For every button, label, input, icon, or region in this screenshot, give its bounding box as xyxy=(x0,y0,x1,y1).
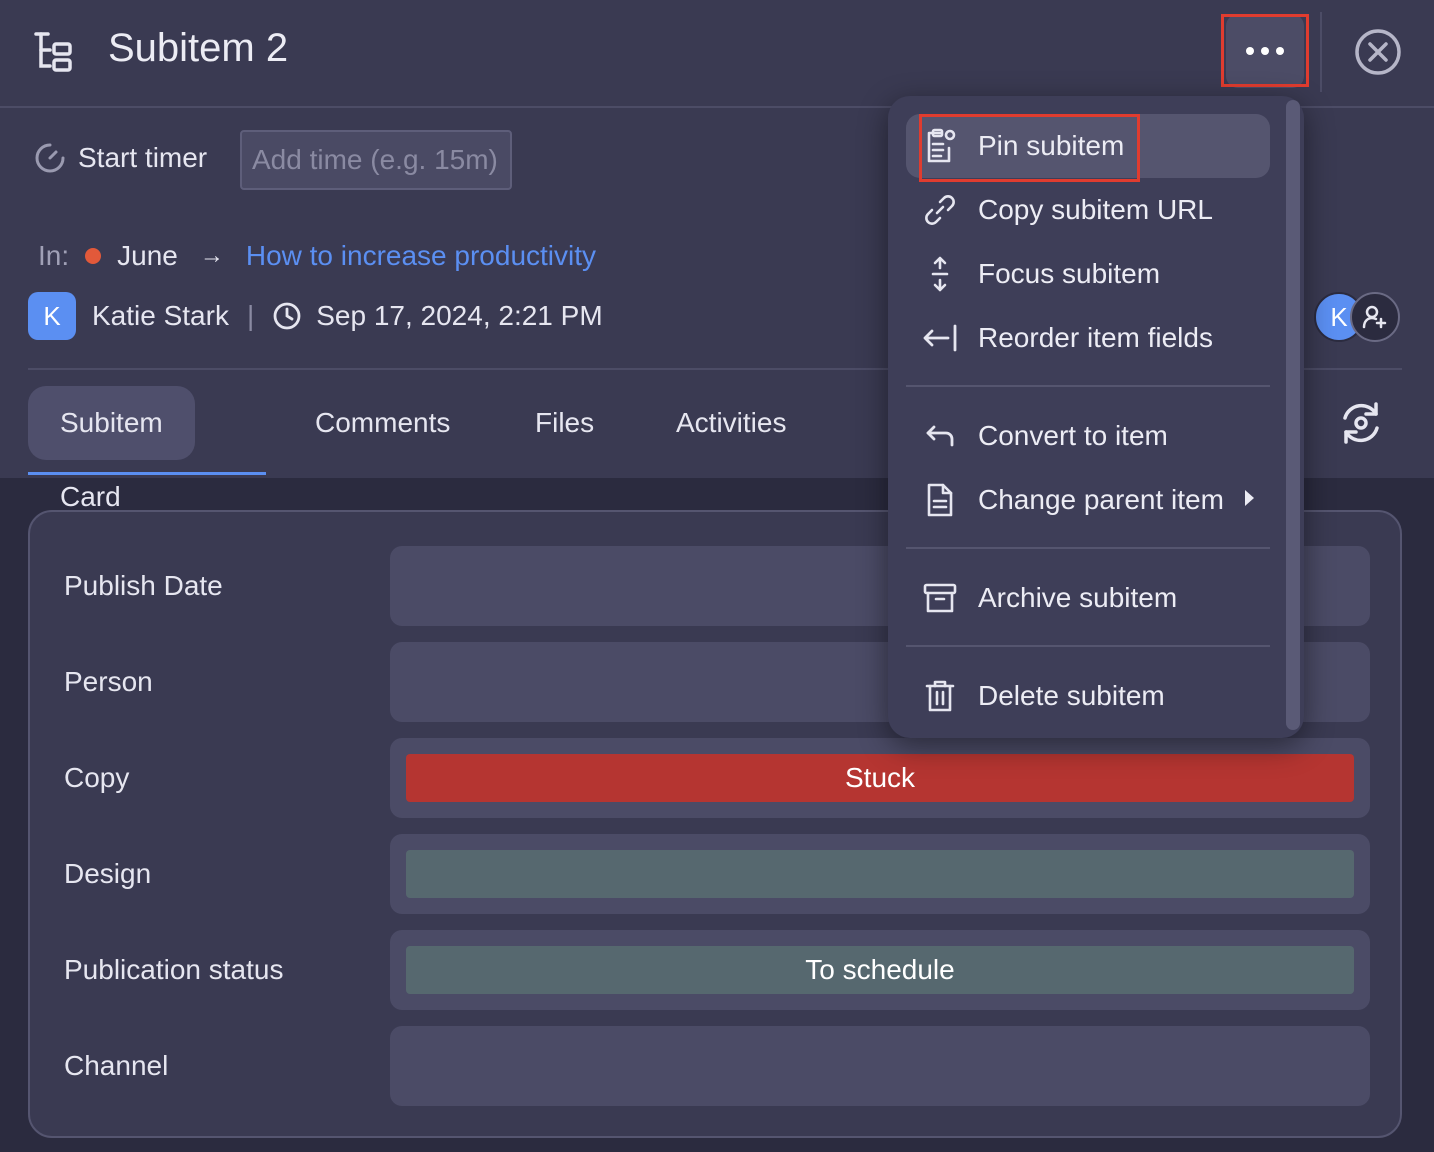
pin-clipboard-icon xyxy=(922,128,958,164)
menu-item-label: Change parent item xyxy=(978,484,1224,515)
page-title: Subitem 2 xyxy=(108,26,289,70)
more-horizontal-icon xyxy=(1246,47,1284,55)
menu-item-reorder-item-fields[interactable]: Reorder item fields xyxy=(906,306,1270,370)
tab-files[interactable]: Files xyxy=(535,386,594,460)
menu-item-copy-subitem-url[interactable]: Copy subitem URL xyxy=(906,178,1270,242)
more-actions-menu: Pin subitem Copy subitem URL Focus subit… xyxy=(888,96,1304,738)
menu-item-change-parent-item[interactable]: Change parent item xyxy=(906,468,1270,532)
start-timer-label: Start timer xyxy=(78,142,208,173)
archive-icon xyxy=(922,580,958,616)
owner-name[interactable]: Katie Stark xyxy=(92,300,229,332)
menu-item-label: Convert to item xyxy=(978,420,1168,451)
tab-subitem-card[interactable]: Subitem Card xyxy=(28,386,195,512)
field-label-design: Design xyxy=(64,858,152,889)
field-label-copy: Copy xyxy=(64,762,130,793)
menu-item-label: Delete subitem xyxy=(978,680,1165,711)
status-badge-design[interactable] xyxy=(406,850,1354,898)
status-badge-copy[interactable]: Stuck xyxy=(406,754,1354,802)
menu-item-label: Pin subitem xyxy=(978,130,1125,161)
header-divider xyxy=(1320,12,1322,92)
breadcrumb-parent-link[interactable]: How to increase productivity xyxy=(246,240,596,272)
menu-item-archive-subitem[interactable]: Archive subitem xyxy=(906,566,1270,630)
item-meta: K Katie Stark | Sep 17, 2024, 2:21 PM xyxy=(28,292,603,340)
reorder-arrow-icon xyxy=(922,320,958,356)
panel-header: Subitem 2 xyxy=(0,0,1434,108)
subitem-tree-icon xyxy=(34,32,72,72)
start-timer-button[interactable]: Start timer xyxy=(34,142,207,174)
field-label-publication-status: Publication status xyxy=(64,954,284,985)
close-circle-icon[interactable] xyxy=(1354,28,1402,76)
status-badge-publication-status[interactable]: To schedule xyxy=(406,946,1354,994)
menu-item-label: Archive subitem xyxy=(978,582,1178,613)
menu-scrollbar[interactable] xyxy=(1286,100,1300,730)
field-label-person: Person xyxy=(64,666,153,697)
field-copy[interactable]: Stuck xyxy=(390,738,1370,818)
created-date: Sep 17, 2024, 2:21 PM xyxy=(316,300,603,331)
field-publication-status[interactable]: To schedule xyxy=(390,930,1370,1010)
group-color-dot xyxy=(85,248,102,264)
focus-arrows-icon xyxy=(922,256,958,292)
tab-activities[interactable]: Activities xyxy=(676,386,786,460)
active-tab-indicator xyxy=(28,472,266,475)
menu-separator xyxy=(906,645,1270,647)
convert-arrow-icon xyxy=(922,418,958,454)
menu-item-label: Copy subitem URL xyxy=(978,194,1213,225)
menu-item-label: Reorder item fields xyxy=(978,322,1213,353)
trash-icon xyxy=(922,678,958,714)
menu-item-delete-subitem[interactable]: Delete subitem xyxy=(906,664,1270,728)
menu-item-label: Focus subitem xyxy=(978,258,1161,289)
menu-item-focus-subitem[interactable]: Focus subitem xyxy=(906,242,1270,306)
breadcrumb-prefix: In: xyxy=(38,240,70,271)
field-label-channel: Channel xyxy=(64,1050,169,1081)
field-channel[interactable] xyxy=(390,1026,1370,1106)
menu-separator xyxy=(906,547,1270,549)
add-subscriber-icon[interactable] xyxy=(1350,292,1400,342)
breadcrumb: In: June → How to increase productivity xyxy=(38,240,596,272)
tab-comments[interactable]: Comments xyxy=(315,386,450,460)
timer-icon xyxy=(35,143,65,173)
menu-separator xyxy=(906,385,1270,387)
chevron-right-icon xyxy=(1245,490,1254,506)
field-label-publish-date: Publish Date xyxy=(64,570,223,601)
more-actions-button[interactable] xyxy=(1226,14,1304,88)
menu-item-pin-subitem[interactable]: Pin subitem xyxy=(906,114,1270,178)
meta-separator: | xyxy=(246,300,255,331)
field-design[interactable] xyxy=(390,834,1370,914)
clock-icon xyxy=(273,302,301,330)
breadcrumb-group[interactable]: June xyxy=(117,240,178,272)
refresh-icon[interactable] xyxy=(1336,398,1386,448)
add-time-input[interactable] xyxy=(240,130,512,190)
avatar[interactable]: K xyxy=(28,292,76,340)
menu-item-convert-to-item[interactable]: Convert to item xyxy=(906,404,1270,468)
link-icon xyxy=(922,192,958,228)
document-icon xyxy=(922,482,958,518)
subscribers[interactable]: K xyxy=(1314,292,1404,344)
arrow-right-icon: → xyxy=(199,242,224,269)
